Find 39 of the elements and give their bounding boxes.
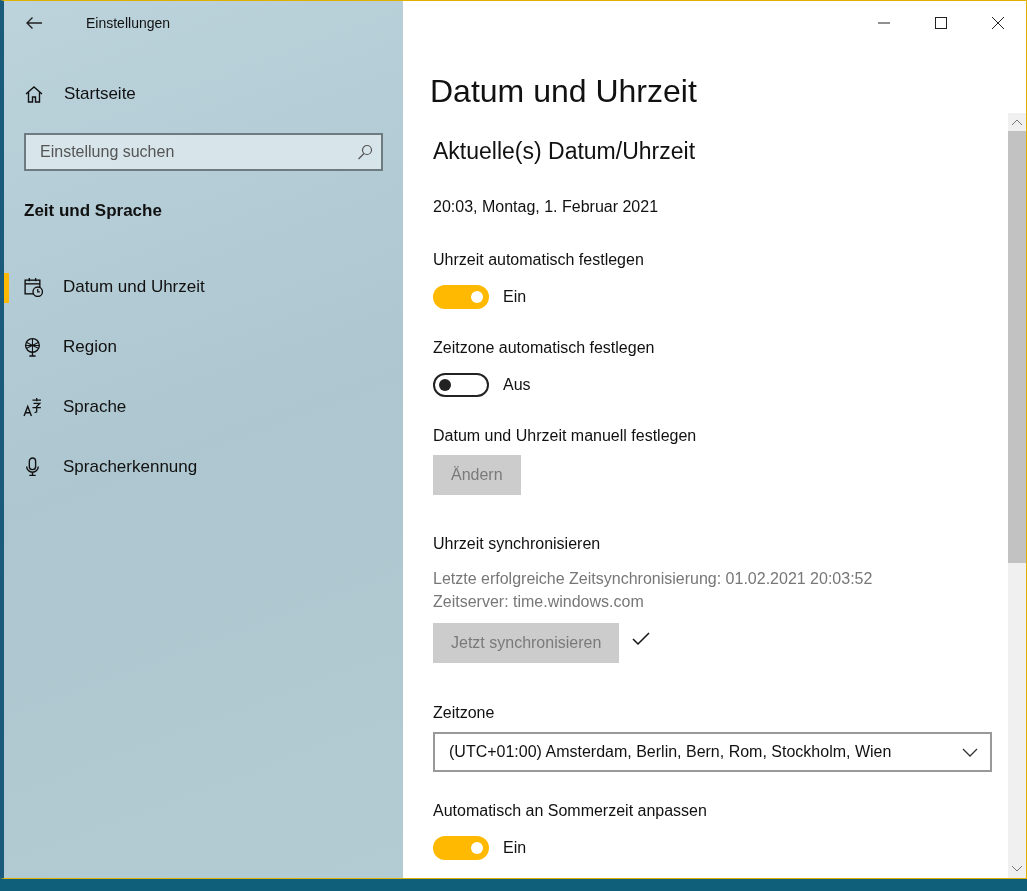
setting-label: Automatisch an Sommerzeit anpassen bbox=[433, 802, 708, 820]
sidebar-item-icon bbox=[23, 397, 43, 417]
setting-label: Uhrzeit synchronisieren bbox=[433, 535, 602, 553]
toggle-state-text: Aus bbox=[503, 376, 531, 394]
scrollbar[interactable] bbox=[1008, 113, 1026, 878]
page-title: Datum und Uhrzeit bbox=[430, 73, 698, 110]
toggle-switch[interactable] bbox=[433, 836, 489, 860]
setting-label: Uhrzeit automatisch festlegen bbox=[433, 251, 645, 269]
sidebar-item-icon bbox=[23, 337, 43, 357]
sync-info-text: Letzte erfolgreiche Zeitsynchronisierung: 01.02.2021 20:03:52 bbox=[433, 569, 874, 589]
scroll-up-icon[interactable] bbox=[1012, 119, 1022, 125]
section-heading: Zeit und Sprache bbox=[24, 201, 163, 221]
timezone-dropdown[interactable]: (UTC+01:00) Amsterdam, Berlin, Bern, Rom, Stockholm, Wien bbox=[433, 732, 992, 772]
sidebar-item[interactable]: Region bbox=[4, 317, 403, 377]
toggle-switch[interactable] bbox=[433, 373, 489, 397]
search-field[interactable]: Einstellung suchen bbox=[24, 133, 383, 171]
close-icon[interactable] bbox=[991, 17, 1004, 29]
sidebar-item[interactable]: Sprache bbox=[4, 377, 403, 437]
toggle-state-text: Ein bbox=[503, 288, 527, 306]
current-time-text: 20:03, Montag, 1. Februar 2021 bbox=[433, 198, 660, 216]
maximize-icon[interactable] bbox=[934, 17, 947, 29]
scroll-down-icon[interactable] bbox=[1012, 866, 1022, 872]
search-icon bbox=[357, 144, 373, 160]
back-arrow-icon[interactable] bbox=[25, 16, 43, 30]
sidebar-item[interactable]: Datum und Uhrzeit bbox=[4, 257, 403, 317]
chevron-down-icon bbox=[962, 747, 978, 757]
home-icon bbox=[24, 84, 44, 104]
sync-info-text: Zeitserver: time.windows.com bbox=[433, 592, 645, 612]
home-link[interactable]: Startseite bbox=[4, 72, 403, 116]
setting-label: Zeitzone automatisch festlegen bbox=[433, 339, 656, 357]
toggle-state-text: Ein bbox=[503, 839, 527, 857]
scrollbar-thumb[interactable] bbox=[1008, 131, 1026, 563]
section-title: Aktuelle(s) Datum/Uhrzeit bbox=[433, 138, 697, 165]
toggle-switch[interactable] bbox=[433, 285, 489, 309]
setting-label: Datum und Uhrzeit manuell festlegen bbox=[433, 427, 698, 445]
setting-label: Zeitzone bbox=[433, 704, 496, 722]
window-title: Einstellungen bbox=[86, 15, 171, 31]
sidebar-item[interactable]: Spracherkennung bbox=[4, 437, 403, 497]
sidebar-item-icon bbox=[23, 277, 43, 297]
